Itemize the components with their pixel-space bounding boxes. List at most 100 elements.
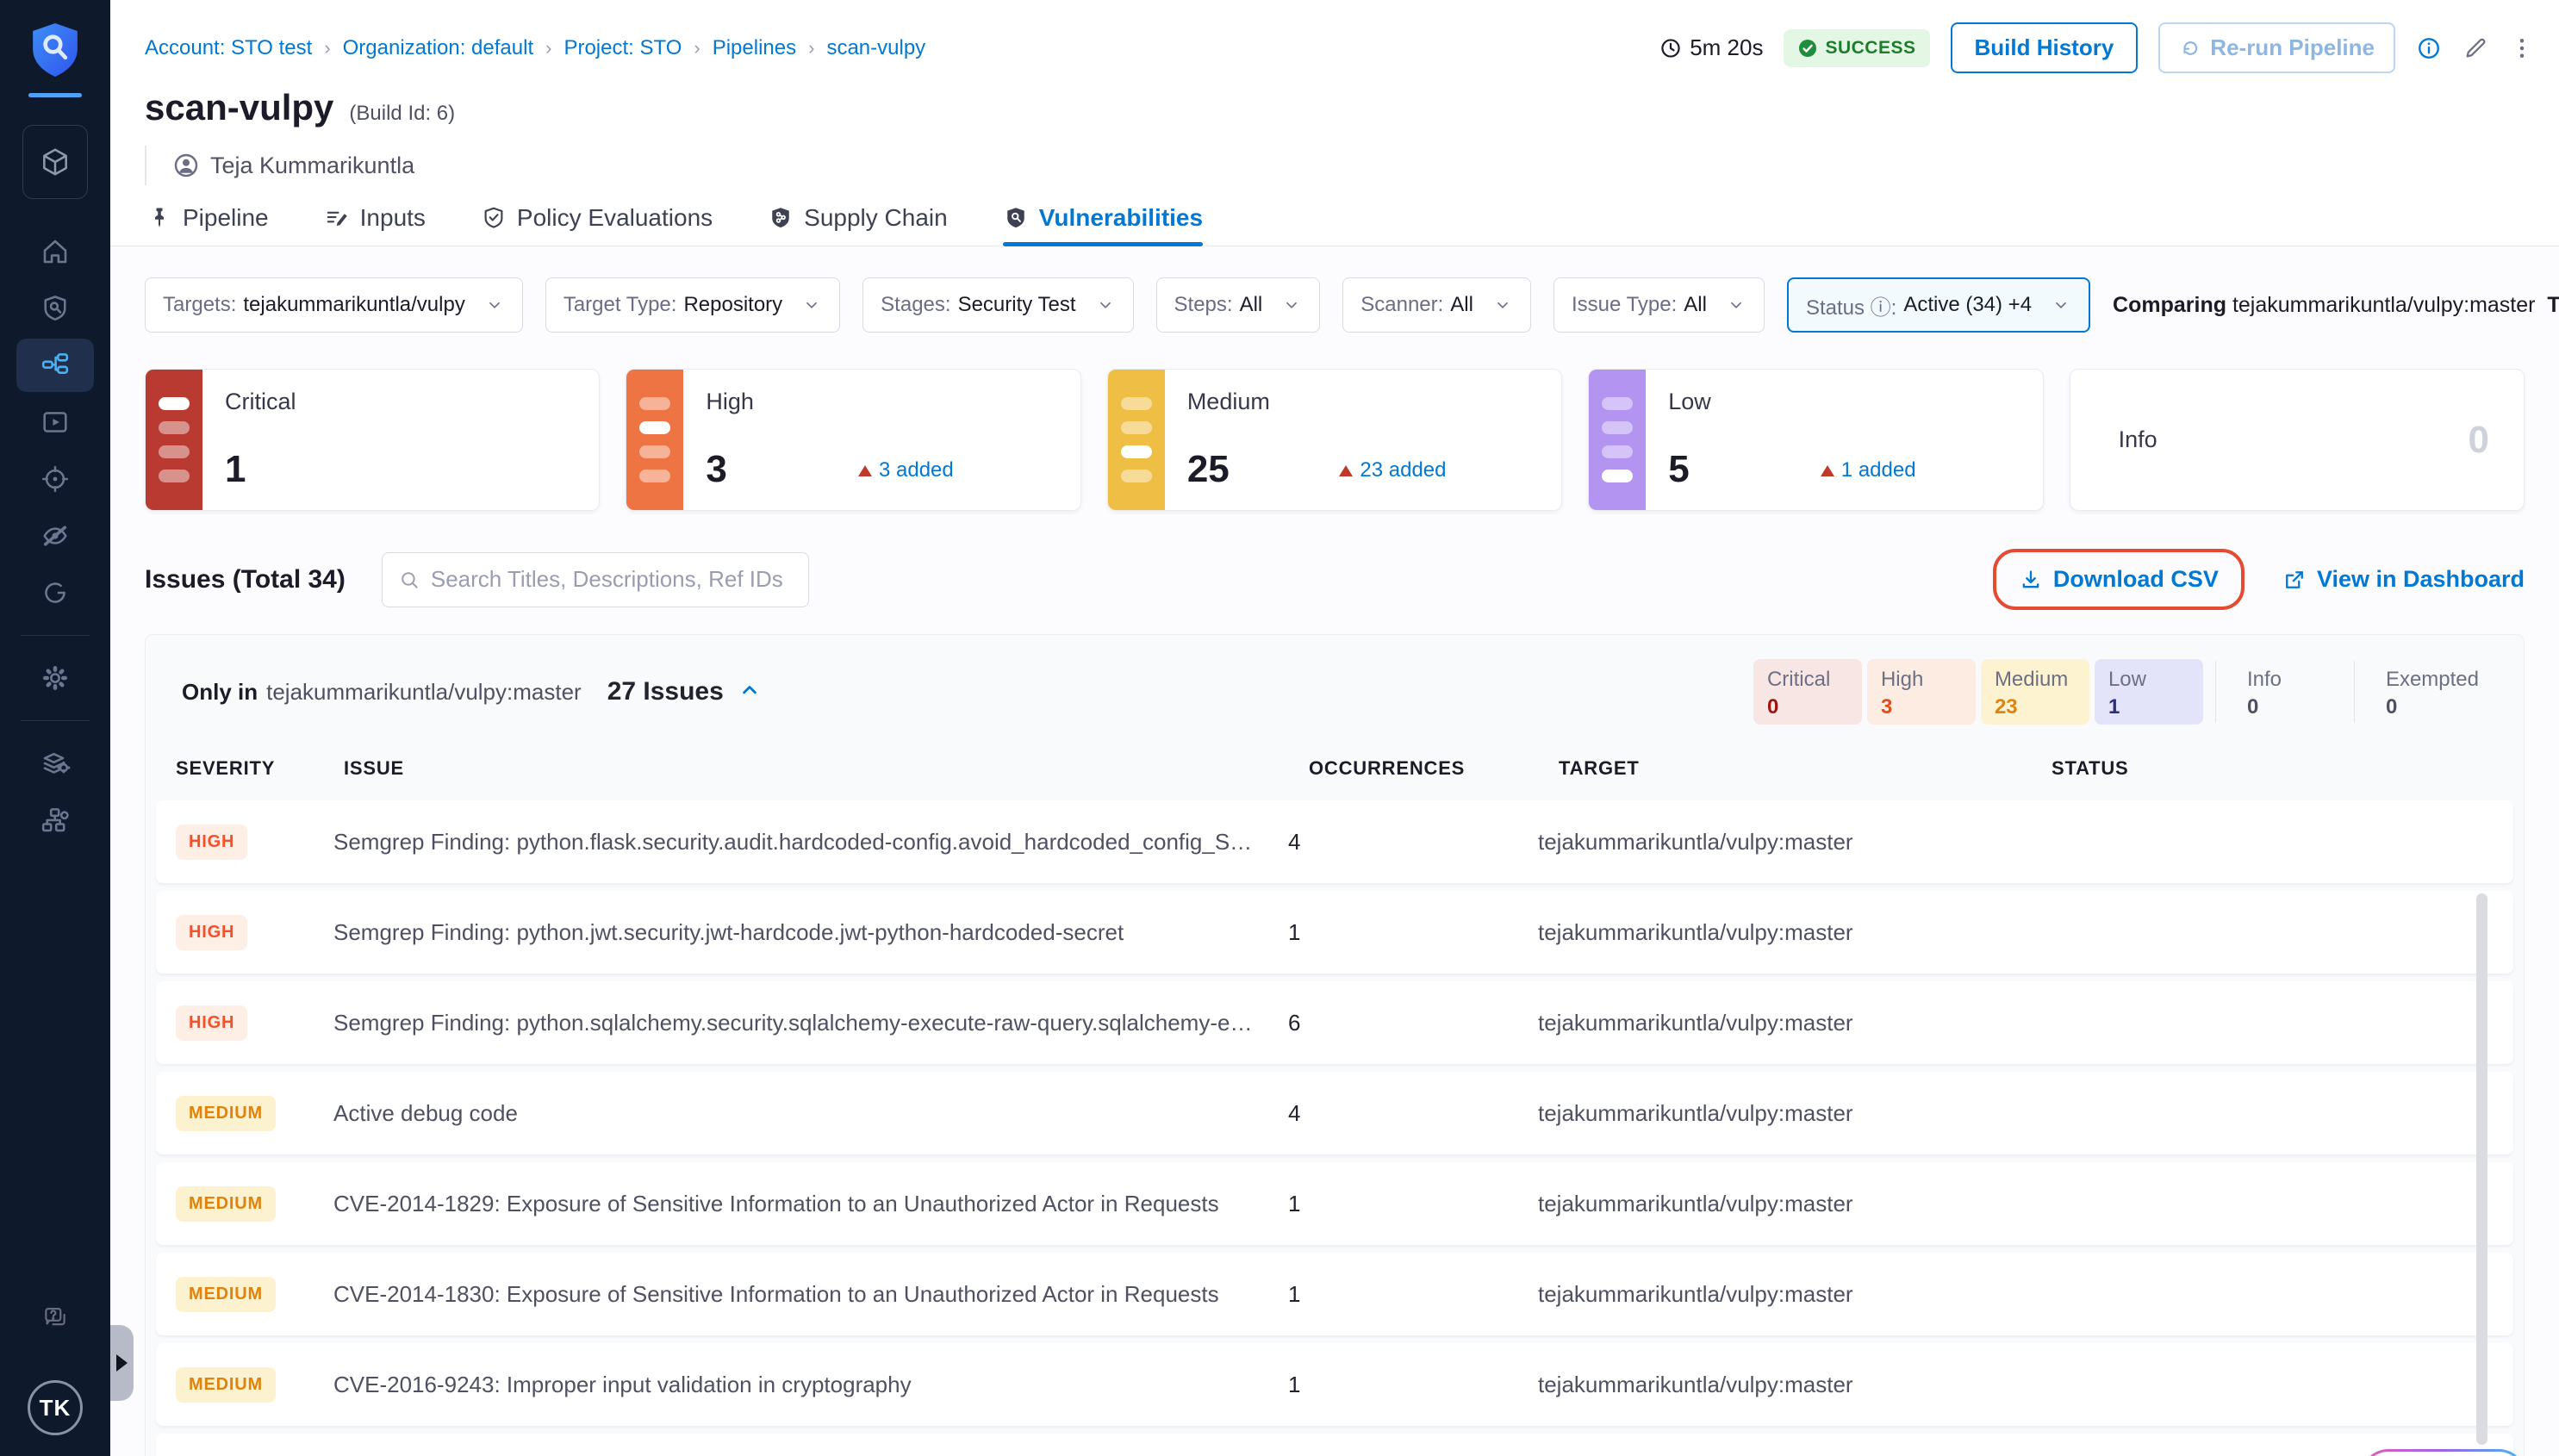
tab-pipeline[interactable]: Pipeline <box>146 204 269 246</box>
info-icon[interactable] <box>2416 35 2442 61</box>
vertical-scrollbar[interactable] <box>2476 893 2487 1445</box>
topbar: Account: STO test›Organization: default›… <box>110 0 2559 73</box>
filter-stages[interactable]: Stages:Security Test <box>862 277 1133 333</box>
build-duration: 5m 20s <box>1659 34 1763 61</box>
breadcrumb-item[interactable]: Account: STO test <box>145 36 312 60</box>
breadcrumb-item[interactable]: Pipelines <box>713 36 796 60</box>
chevron-down-icon <box>801 295 822 315</box>
toolbar-right: Download CSV View in Dashboard <box>1993 549 2525 610</box>
chevron-down-icon <box>2051 295 2071 315</box>
more-options-kebab-icon[interactable] <box>2509 35 2535 61</box>
severity-strip-icon <box>146 370 202 510</box>
build-id: (Build Id: 6) <box>349 102 455 126</box>
table-row[interactable]: HIGHSemgrep Finding: python.jwt.security… <box>156 891 2513 974</box>
severity-card-info[interactable]: Info0 <box>2070 369 2525 511</box>
table-row[interactable]: HIGHSemgrep Finding: python.flask.securi… <box>156 800 2513 883</box>
filter-issue-type[interactable]: Issue Type:All <box>1553 277 1765 333</box>
filter-scanner[interactable]: Scanner:All <box>1342 277 1531 333</box>
tab-supply-chain[interactable]: Supply Chain <box>768 204 948 246</box>
sidebar-item-executions[interactable] <box>16 395 94 449</box>
sidebar-expand-handle[interactable] <box>110 1325 134 1401</box>
summary-chip-low: Low1 <box>2095 659 2203 725</box>
added-indicator: 1 added <box>1821 458 1916 482</box>
breadcrumb-item[interactable]: scan-vulpy <box>826 36 925 60</box>
severity-cards-row: Critical1High33 addedMedium2523 addedLow… <box>145 369 2525 511</box>
download-icon <box>2019 568 2043 592</box>
comparing-text: Comparing tejakummarikuntla/vulpy:master… <box>2113 293 2559 318</box>
tab-policy-evaluations[interactable]: Policy Evaluations <box>481 204 713 246</box>
main-area: Account: STO test›Organization: default›… <box>110 0 2559 1456</box>
user-circle-icon <box>172 152 200 179</box>
filters-row: Targets:tejakummarikuntla/vulpy Target Ty… <box>145 277 2525 333</box>
issue-occurrences: 6 <box>1288 1010 1538 1036</box>
help-chat-icon[interactable] <box>42 1304 68 1330</box>
column-header-status: STATUS <box>2052 757 2524 780</box>
group-issue-count: 27 Issues <box>607 677 724 706</box>
download-csv-button[interactable]: Download CSV <box>2019 566 2219 593</box>
column-header-occurrences: OCCURRENCES <box>1309 757 1559 780</box>
user-avatar[interactable]: TK <box>28 1380 83 1435</box>
author-connector-line <box>145 146 146 185</box>
sidebar-item-getting-started[interactable] <box>16 566 94 619</box>
tab-vulnerabilities[interactable]: Vulnerabilities <box>1003 204 1203 246</box>
group-only-in-label: Only in <box>182 679 258 706</box>
sidebar-nav <box>0 223 110 849</box>
module-switcher[interactable] <box>22 125 88 199</box>
rerun-pipeline-button[interactable]: Re-run Pipeline <box>2158 22 2395 73</box>
severity-card-high[interactable]: High33 added <box>626 369 1080 511</box>
pipeline-tab-icon <box>146 205 172 231</box>
breadcrumb-item[interactable]: Organization: default <box>343 36 533 60</box>
tab-inputs[interactable]: Inputs <box>324 204 426 246</box>
issues-search[interactable] <box>382 552 809 607</box>
supplychain-tab-icon <box>768 205 794 231</box>
executions-icon <box>40 407 71 438</box>
sidebar-item-settings-gear[interactable] <box>16 651 94 705</box>
active-module-indicator <box>28 93 82 97</box>
filter-steps[interactable]: Steps:All <box>1156 277 1321 333</box>
severity-card-critical[interactable]: Critical1 <box>145 369 600 511</box>
sidebar-item-pipelines[interactable] <box>16 339 94 392</box>
sto-logo-icon[interactable] <box>28 19 82 81</box>
sidebar-item-home[interactable] <box>16 225 94 278</box>
chevron-down-icon <box>1492 295 1513 315</box>
sidebar-item-targets[interactable] <box>16 452 94 506</box>
table-row[interactable]: MEDIUMCVE-2014-1829: Exposure of Sensiti… <box>156 1162 2513 1245</box>
collapse-chevron-up-icon[interactable] <box>738 678 762 706</box>
inputs-tab-icon <box>324 205 350 231</box>
table-row[interactable]: MEDIUMCVE-2017-11424: PyJWT: should...1t… <box>156 1434 2513 1456</box>
tabbar: Pipeline Inputs Policy Evaluations Supply C… <box>110 204 2559 246</box>
issue-title: Semgrep Finding: python.jwt.security.jwt… <box>333 919 1288 946</box>
build-history-button[interactable]: Build History <box>1951 22 2139 73</box>
expand-arrow-icon <box>116 1354 128 1372</box>
table-row[interactable]: MEDIUMCVE-2014-1830: Exposure of Sensiti… <box>156 1253 2513 1335</box>
sidebar-item-eye-off[interactable] <box>16 509 94 563</box>
edit-pencil-icon[interactable] <box>2462 35 2488 61</box>
issue-target: tejakummarikuntla/vulpy:master <box>1538 1191 2031 1217</box>
content: Targets:tejakummarikuntla/vulpy Target Ty… <box>110 246 2559 1456</box>
ask-ai-button[interactable]: Ask AI <box>2361 1449 2526 1456</box>
filter-targets[interactable]: Targets:tejakummarikuntla/vulpy <box>145 277 523 333</box>
column-header-severity: SEVERITY <box>176 757 344 780</box>
severity-card-low[interactable]: Low51 added <box>1588 369 2043 511</box>
severity-card-medium[interactable]: Medium2523 added <box>1107 369 1562 511</box>
filter-status[interactable]: Status ⓘ:Active (34) +4 <box>1787 277 2090 333</box>
sidebar-item-network-gear[interactable] <box>16 793 94 847</box>
filter-target-type[interactable]: Target Type:Repository <box>545 277 840 333</box>
table-row[interactable]: MEDIUMActive debug code4tejakummarikuntl… <box>156 1072 2513 1154</box>
view-in-dashboard-button[interactable]: View in Dashboard <box>2282 566 2525 593</box>
issues-section: Only in tejakummarikuntla/vulpy:master 2… <box>145 634 2525 1456</box>
sidebar-item-layers-gear[interactable] <box>16 737 94 790</box>
issues-toolbar: Issues (Total 34) Download CSV View in <box>145 549 2525 610</box>
breadcrumb-separator: › <box>694 37 700 59</box>
chevron-down-icon <box>1281 295 1302 315</box>
breadcrumb-item[interactable]: Project: STO <box>563 36 682 60</box>
table-row[interactable]: MEDIUMCVE-2016-9243: Improper input vali… <box>156 1343 2513 1426</box>
severity-badge: HIGH <box>176 824 247 860</box>
issue-occurrences: 1 <box>1288 1191 1538 1217</box>
chevron-down-icon <box>1095 295 1116 315</box>
sidebar-item-shield-scan[interactable] <box>16 282 94 335</box>
network-gear-icon <box>40 805 71 836</box>
severity-badge: HIGH <box>176 1005 247 1041</box>
search-input[interactable] <box>431 566 793 593</box>
table-row[interactable]: HIGHSemgrep Finding: python.sqlalchemy.s… <box>156 981 2513 1064</box>
